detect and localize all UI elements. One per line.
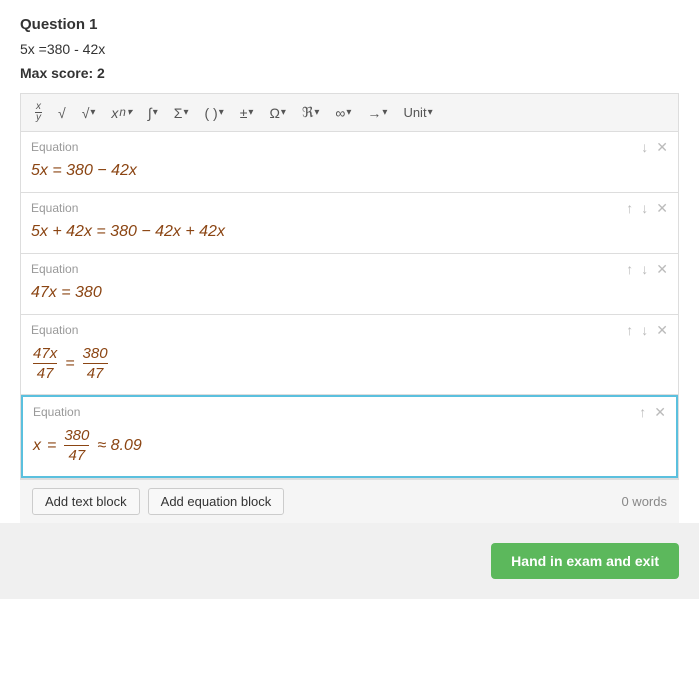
paren-button[interactable]: ( )▾ (200, 103, 227, 123)
unit-button[interactable]: Unit▾ (399, 103, 436, 122)
eq-down-4[interactable]: ↓ (639, 323, 650, 337)
eq-content-5: x = 380 47 ≈ 8.09 (33, 423, 666, 468)
eq-close-2[interactable]: ✕ (654, 201, 670, 215)
equation-block-5: Equation x = 380 47 ≈ 8.09 ↑ ✕ (21, 395, 678, 478)
eq-controls-5: ↑ ✕ (637, 405, 668, 419)
eq-content-4: 47x 47 = 380 47 (31, 341, 668, 386)
sum-button[interactable]: Σ▾ (170, 103, 193, 123)
question-title: Question 1 (20, 16, 679, 33)
omega-button[interactable]: Ω▾ (265, 103, 290, 123)
integral-button[interactable]: ∫▾ (144, 103, 162, 123)
fraction-47x-47: 47x 47 (33, 345, 57, 382)
eq-up-5[interactable]: ↑ (637, 405, 648, 419)
sqrt-button[interactable]: √ (54, 103, 70, 123)
eq-down-2[interactable]: ↓ (639, 201, 650, 215)
fraction-380-47: 380 47 (83, 345, 108, 382)
question-equation: 5x =380 - 42x (20, 41, 679, 57)
equation-block-2: Equation 5x + 42x = 380 − 42x + 42x ↑ ↓ … (21, 193, 678, 254)
frakR-button[interactable]: ℜ▾ (298, 102, 323, 123)
hand-in-button[interactable]: Hand in exam and exit (491, 543, 679, 579)
eq-down-1[interactable]: ↓ (639, 140, 650, 154)
footer-area: Hand in exam and exit (0, 523, 699, 599)
bottom-bar: Add text block Add equation block 0 word… (20, 479, 679, 523)
bottom-bar-left: Add text block Add equation block (32, 488, 284, 515)
eq-up-2[interactable]: ↑ (624, 201, 635, 215)
inf-button[interactable]: ∞▾ (331, 103, 355, 123)
equation-block-4: Equation 47x 47 = 380 47 ↑ ↓ ✕ (21, 315, 678, 395)
eq-label-2: Equation (31, 201, 668, 215)
math-toolbar: x y √ √▾ xn▾ ∫▾ Σ▾ ( )▾ ±▾ Ω▾ ℜ▾ ∞▾ →▾ U… (20, 93, 679, 131)
eq-up-4[interactable]: ↑ (624, 323, 635, 337)
eq-controls-4: ↑ ↓ ✕ (624, 323, 670, 337)
eq-close-1[interactable]: ✕ (654, 140, 670, 154)
eq-close-3[interactable]: ✕ (654, 262, 670, 276)
plusminus-button[interactable]: ±▾ (236, 103, 258, 123)
eq-content-3: 47x = 380 (31, 280, 668, 306)
content-area: Question 1 5x =380 - 42x Max score: 2 x … (0, 0, 699, 523)
eq-controls-2: ↑ ↓ ✕ (624, 201, 670, 215)
max-score: Max score: 2 (20, 65, 679, 81)
add-equation-button[interactable]: Add equation block (148, 488, 285, 515)
eq-label-5: Equation (33, 405, 666, 419)
equation-block-3: Equation 47x = 380 ↑ ↓ ✕ (21, 254, 678, 315)
eq-close-5[interactable]: ✕ (652, 405, 668, 419)
arrow-button[interactable]: →▾ (363, 103, 391, 123)
eq-content-2: 5x + 42x = 380 − 42x + 42x (31, 219, 668, 245)
eq-controls-1: ↓ ✕ (639, 140, 670, 154)
sqrt-drop-button[interactable]: √▾ (78, 103, 100, 123)
eq-controls-3: ↑ ↓ ✕ (624, 262, 670, 276)
equation-block-1: Equation 5x = 380 − 42x ↓ ✕ (21, 132, 678, 193)
eq-content-1: 5x = 380 − 42x (31, 158, 668, 184)
eq-label-3: Equation (31, 262, 668, 276)
eq-down-3[interactable]: ↓ (639, 262, 650, 276)
word-count: 0 words (621, 494, 667, 509)
fraction-380-47-eq5: 380 47 (64, 427, 89, 464)
add-text-button[interactable]: Add text block (32, 488, 140, 515)
eq-label-1: Equation (31, 140, 668, 154)
fraction-button[interactable]: x y (31, 100, 46, 125)
equations-container: Equation 5x = 380 − 42x ↓ ✕ Equation 5x … (20, 131, 679, 479)
eq-close-4[interactable]: ✕ (654, 323, 670, 337)
max-score-value: 2 (97, 65, 105, 81)
max-score-label: Max score: (20, 65, 93, 81)
eq-label-4: Equation (31, 323, 668, 337)
eq-up-3[interactable]: ↑ (624, 262, 635, 276)
page-container: Question 1 5x =380 - 42x Max score: 2 x … (0, 0, 699, 681)
xn-button[interactable]: xn▾ (107, 103, 136, 123)
